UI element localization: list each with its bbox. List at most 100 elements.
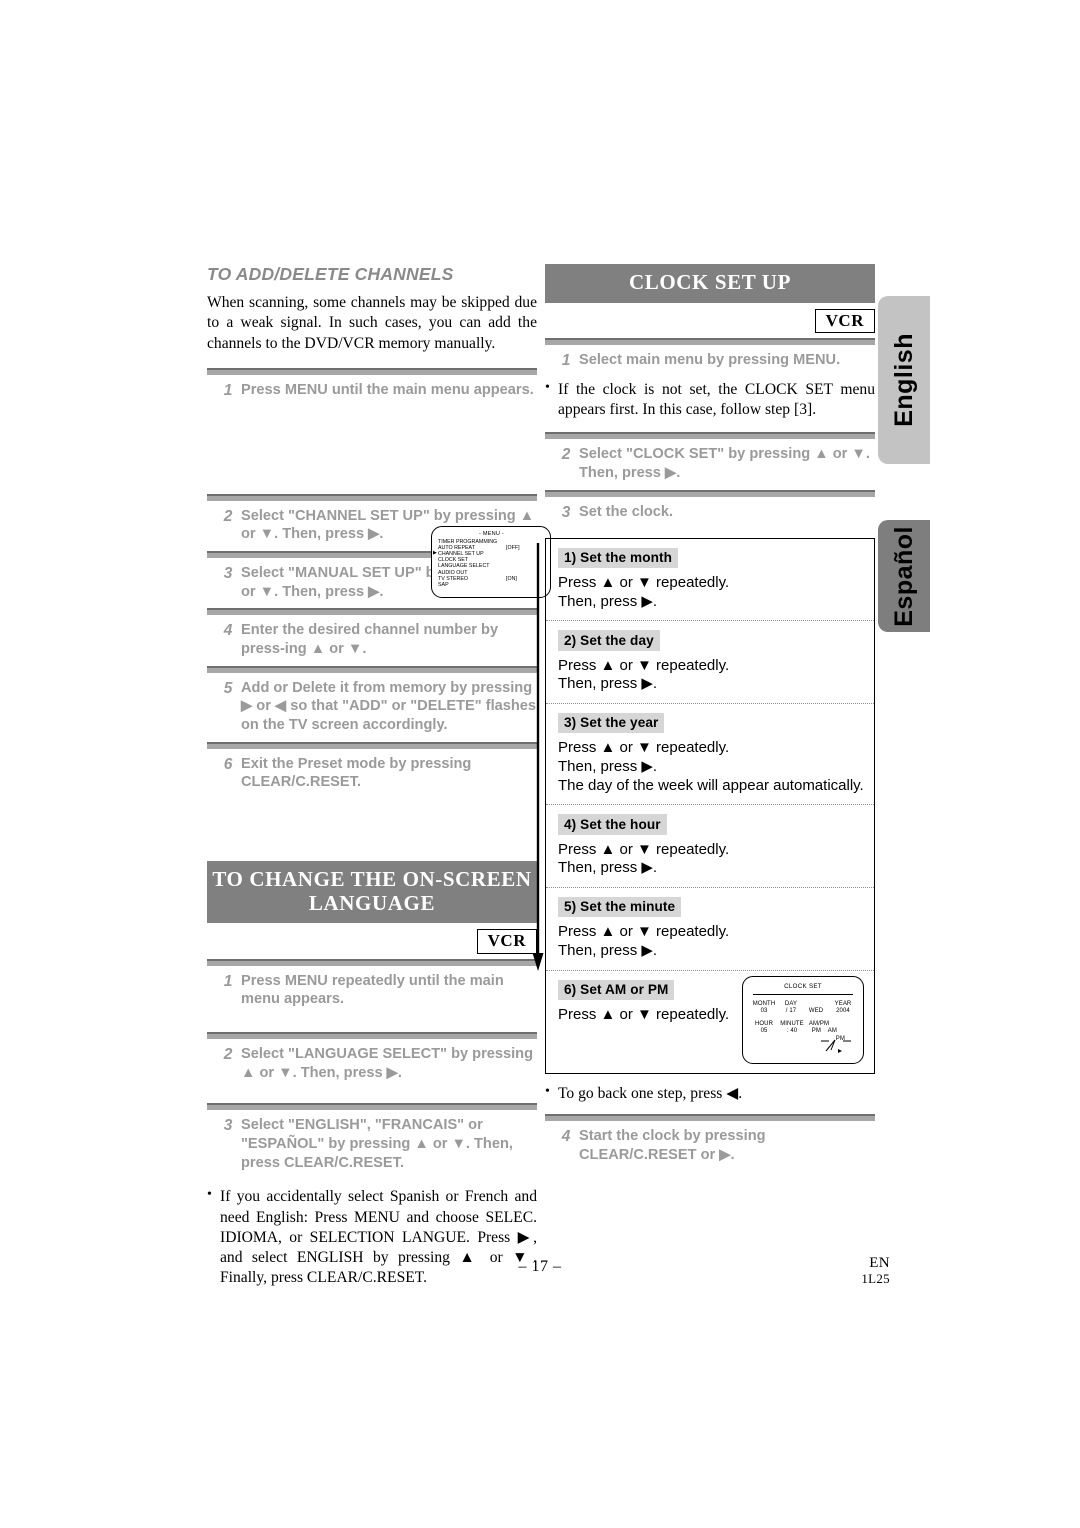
step-divider — [207, 1031, 537, 1039]
step-divider — [207, 741, 537, 749]
vcr-badge: VCR — [814, 308, 875, 334]
language-tab-espanol[interactable]: Español — [878, 520, 930, 632]
right-column: CLOCK SET UP VCR 1 Select main menu by p… — [532, 264, 875, 1171]
clock-step: 3) Set the year Press ▲ or ▼ repeatedly.… — [546, 702, 874, 804]
step-text: Add or Delete it from memory by pressing… — [241, 679, 537, 733]
clock-step-body: Press ▲ or ▼ repeatedly. Then, press ▶. — [558, 840, 730, 877]
vcr-badge: VCR — [476, 929, 537, 954]
section-add-delete-channels: TO ADD/DELETE CHANNELS When scanning, so… — [207, 264, 551, 799]
step-text: Enter the desired channel number by pres… — [241, 622, 499, 657]
step-number: 3 — [223, 564, 233, 582]
step-row: 1 Select main menu by pressing MENU. — [545, 345, 875, 378]
section-heading-add-delete-channels: TO ADD/DELETE CHANNELS — [207, 264, 454, 284]
step-divider — [207, 367, 537, 375]
vcr-badge-row: VCR — [207, 923, 537, 959]
language-tab-english-label: English — [889, 333, 918, 427]
step-number: 4 — [561, 1127, 571, 1145]
footer-codes: EN 1L25 — [780, 1255, 890, 1286]
step-text: Select "CLOCK SET" by pressing ▲ or ▼. T… — [579, 446, 870, 482]
section-heading-line1: TO CHANGE THE ON-SCREEN — [212, 867, 532, 892]
clock-step-body: Press ▲ or ▼ repeatedly. Then, press ▶. … — [558, 739, 864, 794]
step-divider — [545, 1113, 875, 1121]
step-text: Start the clock by pressing CLEAR/C.RESE… — [579, 1127, 766, 1163]
step-number: 1 — [561, 352, 571, 370]
clock-step-label: 4) Set the hour — [558, 814, 667, 835]
footer-language-code: EN — [869, 1255, 890, 1271]
clock-step-body: Press ▲ or ▼ repeatedly. Then, press ▶. — [558, 656, 730, 693]
step-number: 1 — [223, 381, 233, 399]
page-number: – 17 – — [518, 1258, 562, 1275]
clock-step-label: 6) Set AM or PM — [558, 979, 675, 1001]
vcr-badge-row: VCR — [545, 303, 875, 339]
step-row: 3 Select "ENGLISH", "FRANCAIS" or "ESPAÑ… — [207, 1110, 537, 1179]
step-number: 5 — [223, 679, 233, 697]
section-change-language: TO CHANGE THE ON-SCREEN LANGUAGE VCR 1 P… — [207, 861, 537, 1289]
osd-clock-ampm-second: PM — [835, 1035, 845, 1042]
manual-page: TO ADD/DELETE CHANNELS When scanning, so… — [0, 0, 1080, 1528]
osd-clock-value-row: 05 : 40 PM AM — [760, 1028, 837, 1035]
step-number: 6 — [223, 755, 233, 773]
osd-menu-item: SAP — [438, 581, 449, 588]
step-number: 3 — [561, 503, 571, 521]
section-heading-change-language: TO CHANGE THE ON-SCREEN LANGUAGE — [207, 861, 537, 924]
clock-step-label: 1) Set the month — [558, 547, 679, 569]
step-number: 2 — [223, 1045, 233, 1063]
step-row: 2 Select "LANGUAGE SELECT" by pressing ▲… — [207, 1039, 537, 1089]
section-heading-line2: LANGUAGE — [308, 890, 436, 915]
osd-clock-header-row: HOUR MINUTE AM/PM — [754, 1020, 830, 1027]
clock-step-label: 2) Set the day — [558, 630, 660, 651]
clock-step-label: 3) Set the year — [558, 712, 665, 734]
step-row: 1 Press MENU repeatedly until the main m… — [207, 966, 537, 1016]
step-text: Set the clock. — [579, 503, 674, 520]
clock-step-body: Press ▲ or ▼ repeatedly. — [558, 1006, 730, 1024]
osd-clock-divider — [753, 993, 853, 995]
step-divider — [545, 489, 875, 497]
step-row: 1 Press MENU until the main menu appears… — [207, 375, 537, 408]
step-row: 4 Enter the desired channel number by pr… — [207, 615, 537, 665]
clock-step: 5) Set the minute Press ▲ or ▼ repeatedl… — [546, 886, 874, 970]
osd-clock-header-row: MONTH DAY YEAR — [752, 1000, 852, 1007]
step-text: Select "LANGUAGE SELECT" by pressing ▲ o… — [241, 1045, 533, 1081]
step-row: 5 Add or Delete it from memory by pressi… — [207, 673, 537, 742]
step-text: Exit the Preset mode by pressing CLEAR/C… — [241, 755, 472, 791]
clock-step: 6) Set AM or PM Press ▲ or ▼ repeatedly.… — [546, 969, 874, 1073]
language-tab-english[interactable]: English — [878, 296, 930, 464]
step-divider — [207, 665, 537, 673]
step-divider — [207, 608, 537, 616]
osd-clock-fields: MONTH DAY YEAR 03 / 17 WED 2004 HOUR MIN… — [749, 1000, 857, 1053]
step-row: 4 Start the clock by pressing CLEAR/C.RE… — [545, 1121, 875, 1171]
step-divider — [207, 958, 537, 966]
step-row: 2 Select "CLOCK SET" by pressing ▲ or ▼.… — [545, 439, 875, 489]
clock-step-label: 5) Set the minute — [558, 896, 682, 918]
step-text: Press MENU until the main menu appears. — [241, 381, 534, 398]
step-row: 3 Set the clock. — [545, 497, 875, 530]
step-number: 2 — [223, 507, 233, 525]
footer-document-code: 1L25 — [861, 1270, 890, 1286]
clock-step: 4) Set the hour Press ▲ or ▼ repeatedly.… — [546, 804, 874, 887]
step-text: Select "ENGLISH", "FRANCAIS" or "ESPAÑOL… — [241, 1117, 513, 1171]
section-heading-clock-set-up: CLOCK SET UP — [545, 264, 875, 303]
step-number: 4 — [223, 622, 233, 640]
clock-note-2: To go back one step, press ◀. — [545, 1083, 875, 1104]
step-divider — [545, 432, 875, 440]
osd-clock-set-graphic: CLOCK SET MONTH DAY YEAR 03 / 17 WED 200… — [742, 975, 864, 1064]
clock-step-body: Press ▲ or ▼ repeatedly. Then, press ▶. — [558, 923, 730, 960]
step-number: 1 — [223, 972, 233, 990]
clock-step: 2) Set the day Press ▲ or ▼ repeatedly. … — [546, 620, 874, 703]
clock-step: 1) Set the month Press ▲ or ▼ repeatedly… — [546, 539, 874, 621]
osd-clock-title: CLOCK SET — [784, 982, 822, 990]
clock-steps-box: 1) Set the month Press ▲ or ▼ repeatedly… — [532, 537, 875, 1074]
step-number: 3 — [223, 1117, 233, 1135]
step-divider — [545, 338, 875, 346]
clock-step-body: Press ▲ or ▼ repeatedly. Then, press ▶. — [558, 574, 730, 610]
step-divider — [207, 493, 537, 501]
step-text: Select main menu by pressing MENU. — [579, 352, 841, 369]
osd-clock-value-row: 03 / 17 WED 2004 — [760, 1008, 850, 1015]
step-number: 2 — [561, 446, 571, 464]
step-text: Press MENU repeatedly until the main men… — [241, 972, 504, 1008]
section-intro-text: When scanning, some channels may be skip… — [207, 294, 537, 352]
step-row: 6 Exit the Preset mode by pressing CLEAR… — [207, 749, 537, 799]
step-divider — [207, 1103, 537, 1111]
left-column: TO ADD/DELETE CHANNELS When scanning, so… — [207, 264, 551, 1289]
flow-down-arrow-icon — [532, 542, 544, 971]
